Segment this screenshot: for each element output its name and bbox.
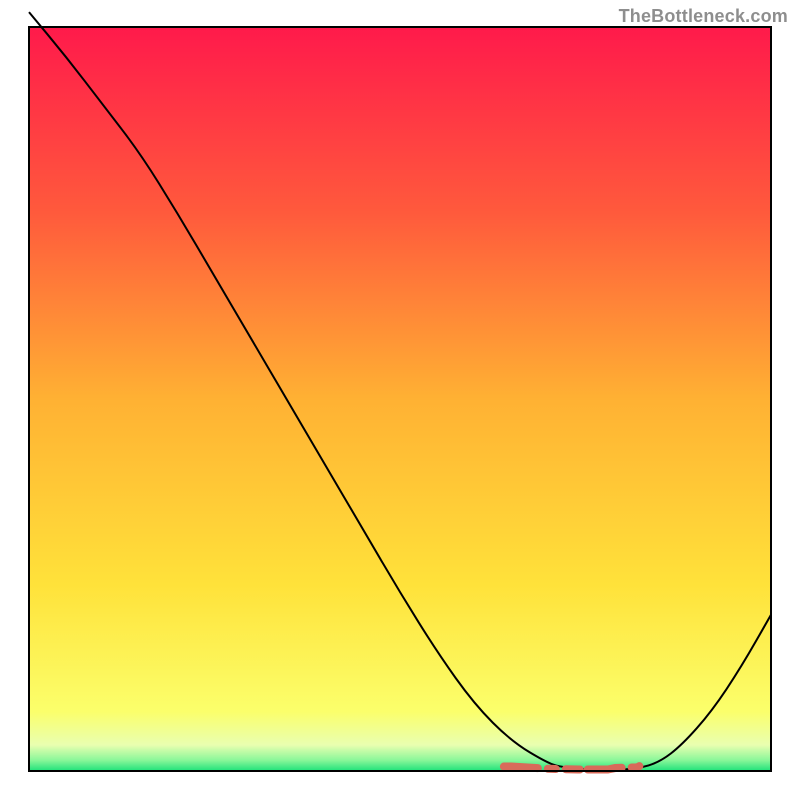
plot-background xyxy=(29,27,771,771)
chart-container: TheBottleneck.com xyxy=(0,0,800,800)
chart-svg xyxy=(0,0,800,800)
selection-marker xyxy=(504,765,641,769)
attribution-label: TheBottleneck.com xyxy=(619,6,788,27)
